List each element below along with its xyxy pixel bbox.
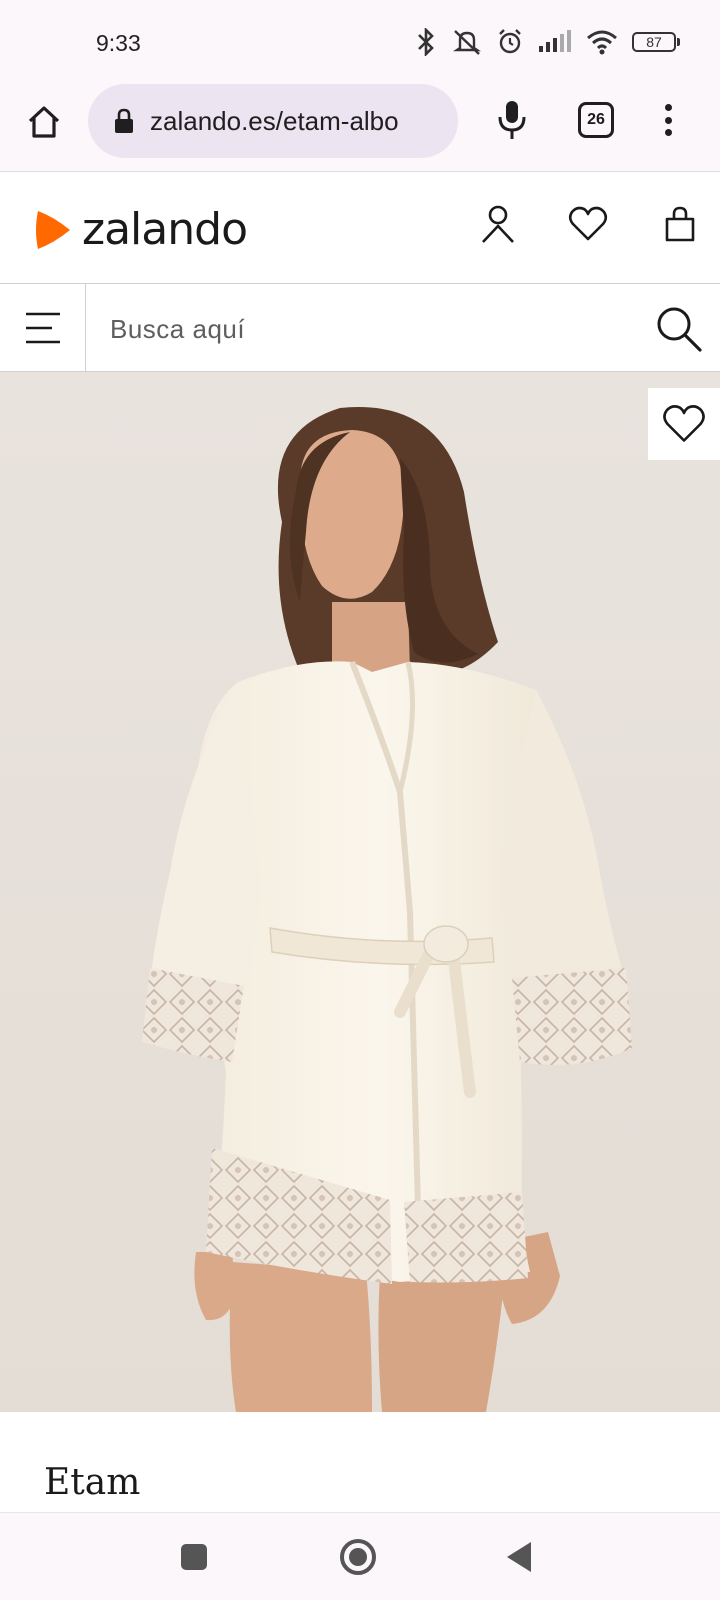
mic-icon: [498, 101, 526, 139]
home-nav-button[interactable]: [336, 1535, 380, 1579]
wifi-icon: [587, 30, 617, 55]
back-icon: [507, 1542, 531, 1572]
status-icons: 87: [414, 28, 680, 56]
signal-icon: [539, 30, 571, 52]
home-circle-icon: [340, 1539, 376, 1575]
site-header: zalando: [0, 172, 720, 284]
battery-level: 87: [632, 32, 676, 52]
search-row: Busca aquí: [0, 284, 720, 372]
more-vert-icon[interactable]: [656, 100, 680, 140]
address-bar[interactable]: zalando.es/etam-albo: [88, 84, 458, 158]
bag-icon: [665, 206, 695, 242]
product-info: Etam: [0, 1412, 720, 1512]
url-text: zalando.es/etam-albo: [150, 105, 399, 136]
tab-count: 26: [587, 111, 605, 128]
logo-mark-icon: [36, 210, 70, 249]
mute-icon: [453, 30, 481, 55]
wishlist-button[interactable]: [566, 202, 610, 246]
product-image[interactable]: [0, 372, 720, 1412]
add-to-wishlist-button[interactable]: [648, 388, 720, 460]
wishlist-icon: [568, 206, 608, 241]
logo-text: zalando: [82, 204, 248, 255]
brand-name[interactable]: Etam: [44, 1462, 140, 1503]
status-bar: 9:33 87: [0, 0, 720, 80]
bluetooth-icon: [418, 28, 434, 56]
voice-search-button[interactable]: [494, 98, 530, 142]
browser-toolbar: zalando.es/etam-albo 26: [0, 80, 720, 172]
home-button[interactable]: [24, 102, 64, 142]
account-icon: [482, 205, 514, 243]
back-button[interactable]: [498, 1535, 542, 1579]
status-time: 9:33: [96, 30, 141, 56]
lock-icon: [115, 108, 133, 133]
tabs-button[interactable]: 26: [578, 102, 614, 138]
search-input[interactable]: Busca aquí: [110, 314, 245, 345]
home-icon: [28, 106, 60, 138]
battery-icon: 87: [632, 32, 680, 52]
account-button[interactable]: [476, 202, 520, 246]
recents-button[interactable]: [172, 1535, 216, 1579]
menu-button[interactable]: [0, 284, 86, 372]
bag-button[interactable]: [658, 202, 702, 246]
recents-icon: [181, 1544, 207, 1570]
hamburger-icon: [25, 312, 60, 344]
system-nav-bar: [0, 1512, 720, 1600]
model-photo: [0, 372, 720, 1412]
alarm-icon: [499, 29, 521, 54]
heart-icon: [663, 405, 705, 442]
zalando-logo[interactable]: zalando: [32, 204, 248, 255]
search-button[interactable]: [654, 304, 704, 354]
search-icon: [657, 307, 702, 352]
